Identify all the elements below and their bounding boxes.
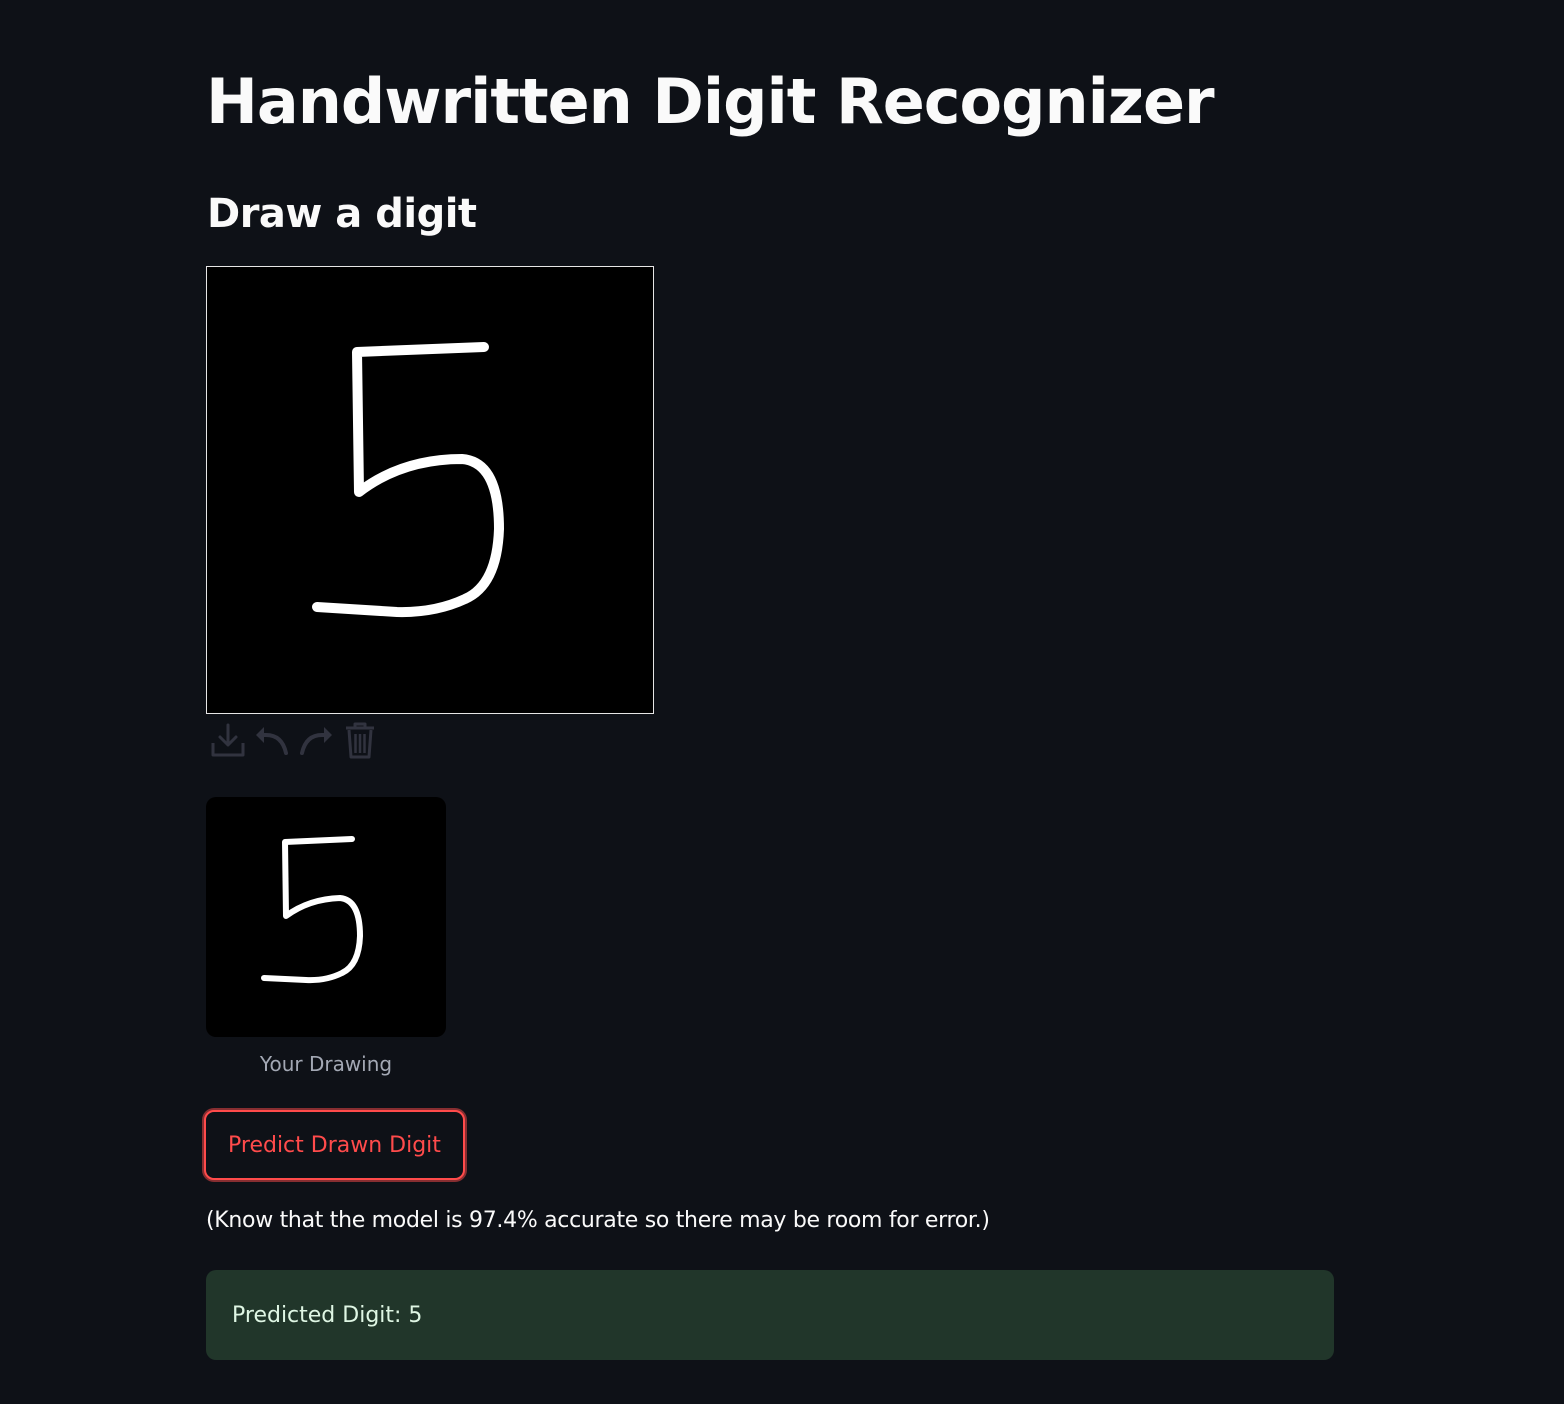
preview-digit-stroke — [261, 836, 363, 984]
canvas-toolbar — [206, 718, 382, 762]
prediction-result-alert: Predicted Digit: 5 — [206, 1270, 1334, 1360]
redo-icon[interactable] — [294, 718, 338, 762]
accuracy-note: (Know that the model is 97.4% accurate s… — [206, 1208, 990, 1233]
undo-icon[interactable] — [250, 718, 294, 762]
page-title: Handwritten Digit Recognizer — [206, 65, 1215, 138]
drawing-canvas[interactable] — [206, 266, 654, 714]
trash-icon[interactable] — [338, 718, 382, 762]
preview-caption: Your Drawing — [259, 1052, 393, 1076]
predict-button[interactable]: Predict Drawn Digit — [204, 1110, 465, 1180]
drawn-digit-stroke — [312, 342, 504, 618]
prediction-result-text: Predicted Digit: 5 — [232, 1302, 423, 1328]
draw-subheader: Draw a digit — [207, 191, 477, 237]
download-icon[interactable] — [206, 718, 250, 762]
drawing-preview-image — [206, 797, 446, 1037]
